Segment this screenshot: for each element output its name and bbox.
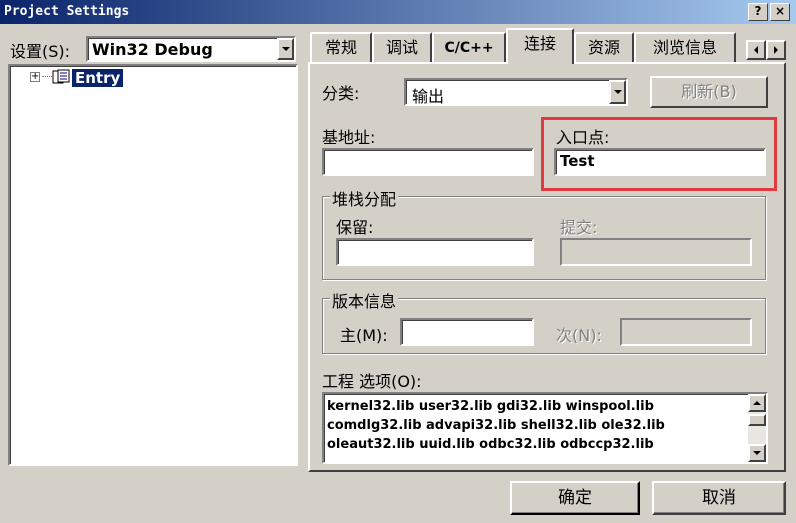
options-line: kernel32.lib user32.lib gdi32.lib winspo… xyxy=(327,399,654,414)
window-title: Project Settings xyxy=(4,4,130,19)
tab-scroll-left[interactable] xyxy=(746,40,766,60)
arrow-down-icon xyxy=(753,451,761,455)
scroll-down-button[interactable] xyxy=(748,444,766,462)
options-line: comdlg32.lib advapi32.lib shell32.lib ol… xyxy=(327,418,665,433)
config-combobox[interactable]: Win32 Debug xyxy=(86,36,296,62)
ok-button[interactable]: 确定 xyxy=(510,481,640,515)
title-bar: Project Settings xyxy=(0,0,796,24)
config-dropdown-arrow[interactable] xyxy=(277,38,294,60)
minor-label: 次(N): xyxy=(556,326,602,345)
project-icon xyxy=(52,69,70,85)
tab-cpp[interactable]: C/C++ xyxy=(432,32,506,62)
commit-input[interactable] xyxy=(560,238,752,266)
category-dropdown-arrow[interactable] xyxy=(609,80,626,104)
stack-group-label: 堆栈分配 xyxy=(330,186,399,210)
category-value: 输出 xyxy=(412,87,445,106)
project-options-textarea[interactable]: kernel32.lib user32.lib gdi32.lib winspo… xyxy=(322,392,768,464)
close-button[interactable]: × xyxy=(770,3,790,21)
tree-expand-icon[interactable]: + xyxy=(30,72,40,82)
project-options-label: 工程 选项(O): xyxy=(322,372,422,391)
base-address-label: 基地址: xyxy=(322,128,376,147)
major-input[interactable] xyxy=(400,318,534,346)
tab-browse-info[interactable]: 浏览信息 xyxy=(634,32,736,62)
scroll-up-button[interactable] xyxy=(748,394,766,412)
tab-resources[interactable]: 资源 xyxy=(574,32,634,62)
chevron-right-icon xyxy=(774,46,778,54)
category-combobox[interactable]: 输出 xyxy=(404,78,628,106)
category-label: 分类: xyxy=(322,84,360,103)
cancel-button[interactable]: 取消 xyxy=(652,481,786,515)
reserve-input[interactable] xyxy=(336,238,534,266)
scroll-thumb[interactable] xyxy=(748,414,766,426)
highlight-box xyxy=(541,117,777,191)
options-line: oleaut32.lib uuid.lib odbc32.lib odbccp3… xyxy=(327,437,654,452)
settings-label: 设置(S): xyxy=(10,42,71,61)
major-label: 主(M): xyxy=(340,326,388,345)
arrow-up-icon xyxy=(753,401,761,405)
tree-connector xyxy=(42,76,52,77)
chevron-left-icon xyxy=(754,46,758,54)
commit-label: 提交: xyxy=(560,218,598,237)
version-group-label: 版本信息 xyxy=(330,288,399,312)
tab-link[interactable]: 连接 xyxy=(506,28,574,64)
project-tree[interactable]: + Entry xyxy=(8,64,298,466)
reset-button[interactable]: 刷新(B) xyxy=(650,76,768,108)
tree-item-entry[interactable]: Entry xyxy=(72,69,124,87)
chevron-down-icon xyxy=(281,47,290,51)
options-scrollbar[interactable] xyxy=(748,394,766,462)
tab-scroll-right[interactable] xyxy=(766,40,786,60)
help-button[interactable]: ? xyxy=(748,3,768,21)
tab-debug[interactable]: 调试 xyxy=(372,32,432,62)
base-address-input[interactable] xyxy=(322,148,534,176)
reserve-label: 保留: xyxy=(336,218,374,237)
config-value: Win32 Debug xyxy=(92,40,213,59)
minor-input[interactable] xyxy=(620,318,752,346)
tab-general[interactable]: 常规 xyxy=(310,32,372,62)
chevron-down-icon xyxy=(613,90,622,94)
